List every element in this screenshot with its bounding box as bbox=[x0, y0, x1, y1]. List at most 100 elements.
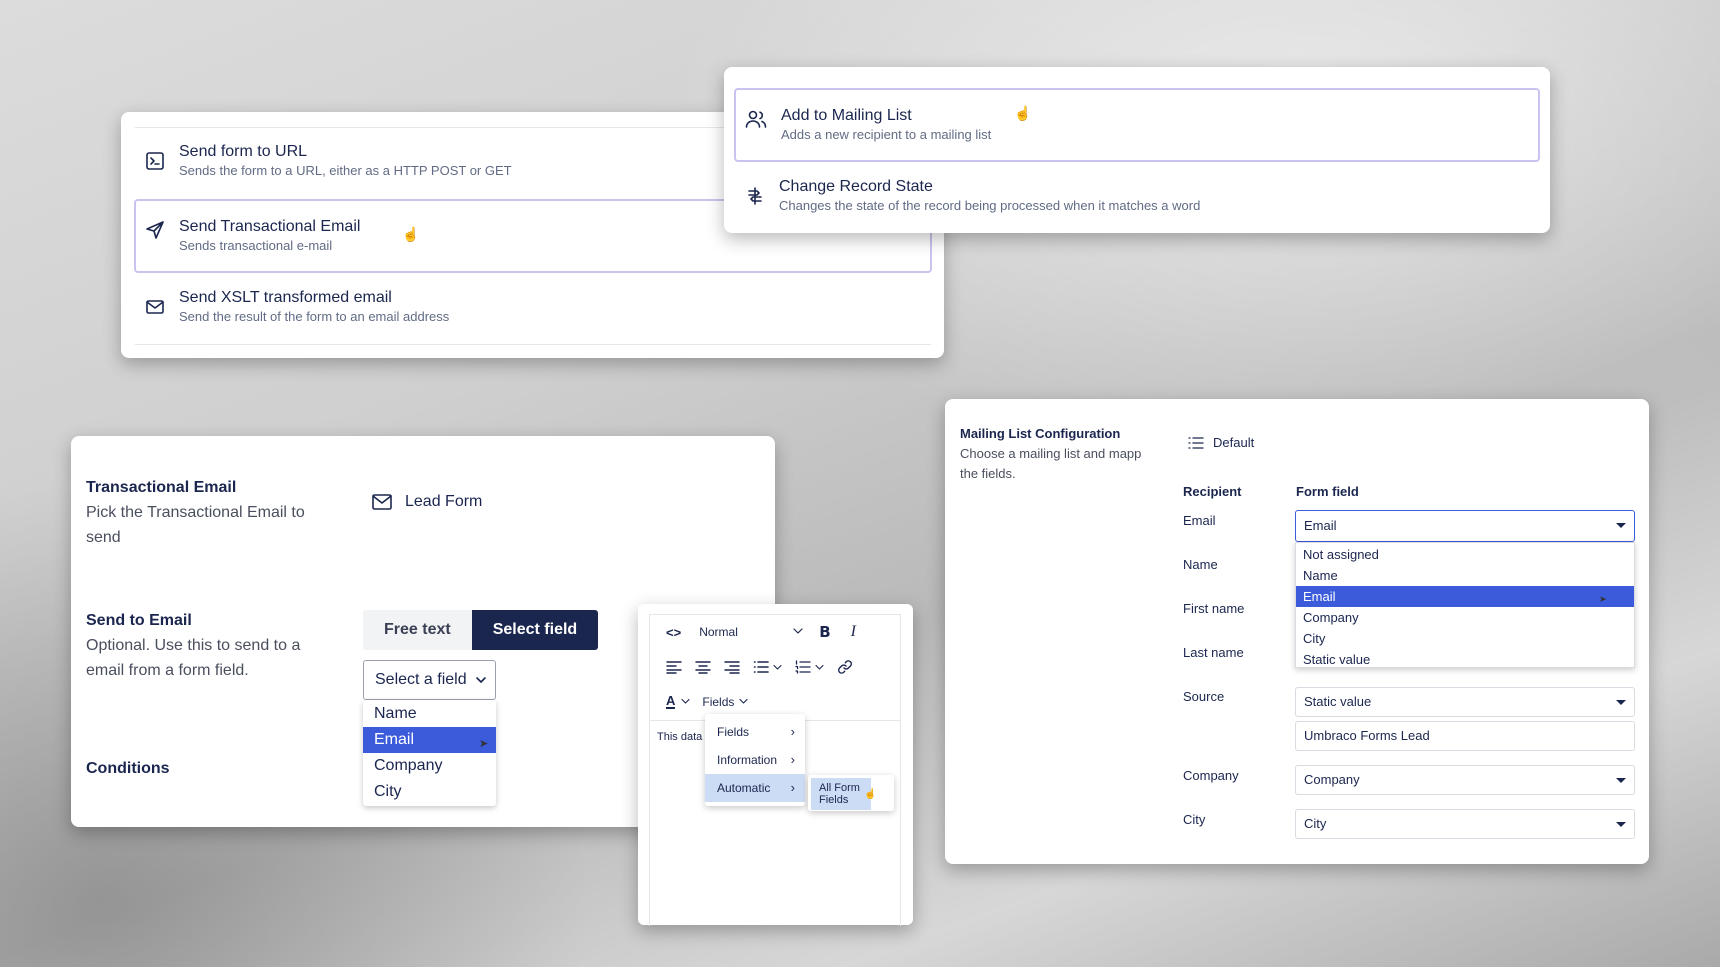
workflow-title: Change Record State bbox=[779, 178, 933, 195]
option-name[interactable]: Name bbox=[363, 701, 496, 727]
mailing-list-value: Default bbox=[1213, 435, 1255, 450]
send-to-email-desc: Optional. Use this to send to a email fr… bbox=[86, 637, 301, 679]
menu-item-information[interactable]: Information › bbox=[705, 746, 805, 774]
mailing-config-title: Mailing List Configuration bbox=[960, 426, 1121, 441]
italic-button[interactable]: I bbox=[851, 623, 856, 641]
mail-icon bbox=[371, 492, 393, 512]
email-field-select-value: Email bbox=[1304, 518, 1337, 533]
numbered-list-icon[interactable] bbox=[795, 660, 824, 674]
divider bbox=[135, 344, 931, 345]
mailing-list-picker[interactable]: Default bbox=[1188, 435, 1254, 450]
option-city[interactable]: City bbox=[1296, 628, 1634, 649]
chevron-right-icon: › bbox=[790, 780, 795, 795]
row-label-email: Email bbox=[1183, 513, 1216, 528]
workflow-desc: Adds a new recipient to a mailing list bbox=[781, 127, 992, 142]
list-icon bbox=[1188, 436, 1204, 450]
automatic-submenu: All Form Fields bbox=[808, 775, 894, 811]
workflow-change-record-state[interactable]: Change Record State Changes the state of… bbox=[734, 177, 1540, 227]
email-field-select[interactable]: Email bbox=[1295, 510, 1635, 542]
option-name[interactable]: Name bbox=[1296, 565, 1634, 586]
chevron-down-icon bbox=[475, 675, 487, 685]
align-left-icon[interactable] bbox=[666, 660, 682, 674]
editor-content-text[interactable]: This data bbox=[657, 731, 707, 743]
workflow-title: Add to Mailing List bbox=[781, 107, 912, 124]
mail-icon bbox=[145, 297, 165, 317]
field-select-options: Name Email Company City bbox=[363, 700, 496, 806]
chevron-down-icon bbox=[793, 627, 803, 635]
option-static-value[interactable]: Static value bbox=[1296, 649, 1634, 670]
hand-cursor-icon: ☝ bbox=[402, 226, 420, 242]
format-select[interactable]: Normal bbox=[695, 620, 805, 644]
send-mode-toggle: Free text Select field bbox=[363, 610, 599, 650]
option-not-assigned[interactable]: Not assigned bbox=[1296, 544, 1634, 565]
editor-toolbar-row-3: A Fields bbox=[666, 694, 748, 709]
row-label-first-name: First name bbox=[1183, 601, 1245, 616]
chevron-right-icon: › bbox=[790, 752, 795, 767]
transactional-email-label: Transactional Email bbox=[86, 479, 237, 496]
menu-item-automatic[interactable]: Automatic › bbox=[705, 774, 805, 802]
mailing-list-config-card: Mailing List Configuration Choose a mail… bbox=[945, 399, 1649, 864]
bullet-list-icon[interactable] bbox=[753, 660, 782, 674]
row-label-source: Source bbox=[1183, 689, 1225, 704]
fields-dropdown-menu: Fields › Information › Automatic › bbox=[705, 714, 805, 806]
col-recipient-header: Recipient bbox=[1183, 484, 1242, 499]
rich-text-editor-card: <> Normal B I A Fields This data Fields ›… bbox=[638, 604, 913, 926]
option-email[interactable]: Email bbox=[1296, 586, 1634, 607]
link-icon[interactable] bbox=[837, 659, 853, 675]
conditions-label: Conditions bbox=[86, 760, 170, 777]
option-company[interactable]: Company bbox=[1296, 607, 1634, 628]
city-field-select-value: City bbox=[1304, 816, 1327, 831]
row-label-last-name: Last name bbox=[1183, 645, 1244, 660]
workflow-send-xslt-email[interactable]: Send XSLT transformed email Send the res… bbox=[135, 288, 931, 344]
field-select[interactable]: Select a field bbox=[363, 660, 496, 700]
mailing-config-desc: Choose a mailing list and mapp the field… bbox=[960, 446, 1142, 481]
menu-item-label: Information bbox=[717, 753, 778, 767]
row-label-city: City bbox=[1183, 812, 1206, 827]
menu-item-label: Automatic bbox=[717, 781, 771, 795]
fields-menu-button[interactable]: Fields bbox=[702, 695, 748, 709]
bold-button[interactable]: B bbox=[819, 623, 830, 641]
option-email[interactable]: Email bbox=[363, 727, 496, 753]
editor-toolbar-row-2 bbox=[666, 659, 853, 675]
col-form-field-header: Form field bbox=[1296, 484, 1359, 499]
company-field-select-value: Company bbox=[1304, 772, 1360, 787]
align-right-icon[interactable] bbox=[724, 660, 740, 674]
email-field-options: Not assigned Name Email Company City Sta… bbox=[1295, 542, 1635, 668]
source-code-icon[interactable]: <> bbox=[666, 625, 681, 640]
caret-down-icon bbox=[1616, 822, 1626, 827]
source-static-input[interactable]: Umbraco Forms Lead bbox=[1295, 721, 1635, 751]
editor-toolbar-row-1: <> Normal B I bbox=[666, 620, 856, 644]
workflow-list-card-right: Add to Mailing List Adds a new recipient… bbox=[724, 67, 1550, 233]
menu-item-label: Fields bbox=[717, 725, 750, 739]
source-field-select[interactable]: Static value bbox=[1295, 687, 1635, 717]
workflow-desc: Sends transactional e-mail bbox=[179, 238, 333, 253]
workflow-title: Send XSLT transformed email bbox=[179, 289, 392, 306]
free-text-button[interactable]: Free text bbox=[363, 610, 472, 650]
menu-item-fields[interactable]: Fields › bbox=[705, 718, 805, 746]
workflow-title: Send Transactional Email bbox=[179, 218, 361, 235]
fields-menu-label: Fields bbox=[702, 694, 735, 709]
option-company[interactable]: Company bbox=[363, 753, 496, 779]
company-field-select[interactable]: Company bbox=[1295, 765, 1635, 795]
select-field-button[interactable]: Select field bbox=[471, 610, 599, 650]
align-center-icon[interactable] bbox=[695, 660, 711, 674]
transactional-email-desc: Pick the Transactional Email to send bbox=[86, 504, 305, 546]
submenu-item-all-form-fields[interactable]: All Form Fields bbox=[811, 778, 871, 810]
users-icon bbox=[745, 109, 767, 129]
chevron-right-icon: › bbox=[790, 724, 795, 739]
workflow-add-to-mailing-list[interactable]: Add to Mailing List Adds a new recipient… bbox=[734, 88, 1540, 162]
pointer-cursor-icon: ➤ bbox=[479, 738, 489, 750]
option-city[interactable]: City bbox=[363, 779, 496, 805]
source-static-input-value: Umbraco Forms Lead bbox=[1304, 728, 1430, 743]
transactional-email-picker[interactable]: Lead Form bbox=[371, 492, 482, 512]
send-to-email-label: Send to Email bbox=[86, 612, 192, 629]
field-select-value: Select a field bbox=[375, 671, 467, 688]
workflow-desc: Sends the form to a URL, either as a HTT… bbox=[179, 163, 512, 178]
row-label-company: Company bbox=[1183, 768, 1239, 783]
city-field-select[interactable]: City bbox=[1295, 809, 1635, 839]
workflow-desc: Changes the state of the record being pr… bbox=[779, 198, 1201, 213]
pointer-cursor-icon: ➤ bbox=[1599, 594, 1607, 604]
caret-down-icon bbox=[1616, 700, 1626, 705]
text-color-label: A bbox=[666, 693, 676, 709]
text-color-icon[interactable]: A bbox=[666, 694, 690, 709]
